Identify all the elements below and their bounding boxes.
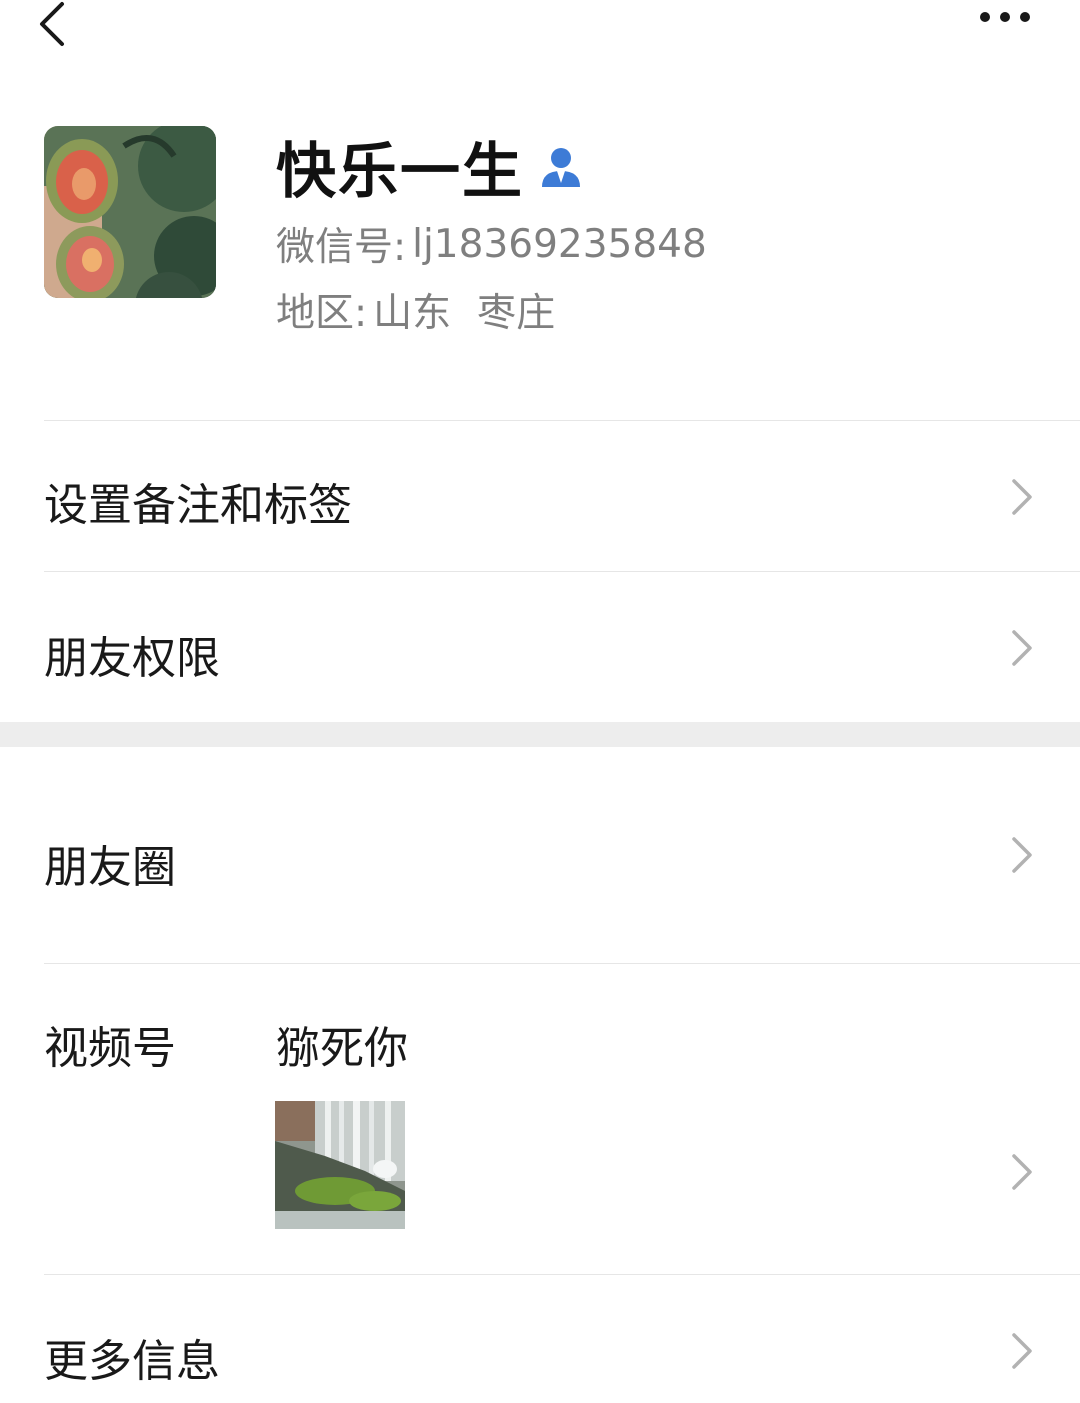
chevron-right-icon	[1012, 630, 1032, 666]
wechat-id-label: 微信号:	[276, 225, 407, 270]
moments-row[interactable]: 朋友圈	[0, 747, 1080, 963]
chevron-right-icon	[1012, 479, 1032, 515]
nickname: 快乐一生	[276, 136, 524, 207]
friend-permissions-row[interactable]: 朋友权限	[0, 572, 1080, 722]
wechat-id-line: 微信号: lj18369235848	[276, 218, 707, 271]
waterfall-photo	[275, 1101, 405, 1229]
friend-permissions-label: 朋友权限	[44, 633, 220, 684]
remarks-tags-label: 设置备注和标签	[44, 480, 352, 531]
profile-photo	[44, 126, 216, 298]
more-info-label: 更多信息	[44, 1336, 220, 1387]
contact-profile-page: 快乐一生 微信号: lj18369235848 地区: 山东 枣庄 设置备注和标…	[0, 0, 1080, 1403]
more-options-button[interactable]	[968, 0, 1044, 44]
section-gap	[0, 722, 1080, 747]
more-horizontal-icon	[980, 12, 1030, 22]
channels-label: 视频号	[44, 1023, 176, 1074]
wechat-id-value: lj18369235848	[412, 221, 707, 267]
nickname-row: 快乐一生	[276, 128, 584, 207]
chevron-left-icon	[40, 2, 64, 46]
channel-name: 猕死你	[276, 1023, 408, 1074]
contact-person-icon	[538, 143, 584, 189]
moments-label: 朋友圈	[44, 842, 176, 893]
more-info-row[interactable]: 更多信息	[0, 1275, 1080, 1403]
chevron-right-icon	[1012, 1333, 1032, 1369]
remarks-tags-row[interactable]: 设置备注和标签	[0, 421, 1080, 571]
back-button[interactable]	[22, 0, 86, 58]
chevron-right-icon	[1012, 1154, 1032, 1190]
region-province: 山东	[373, 291, 452, 336]
region-city: 枣庄	[477, 291, 556, 336]
channels-row[interactable]: 视频号	[0, 964, 1080, 1274]
chevron-right-icon	[1012, 837, 1032, 873]
channel-thumbnail[interactable]	[275, 1101, 405, 1229]
region-line: 地区: 山东 枣庄	[276, 284, 555, 336]
avatar[interactable]	[44, 126, 216, 298]
region-label: 地区:	[276, 291, 368, 336]
